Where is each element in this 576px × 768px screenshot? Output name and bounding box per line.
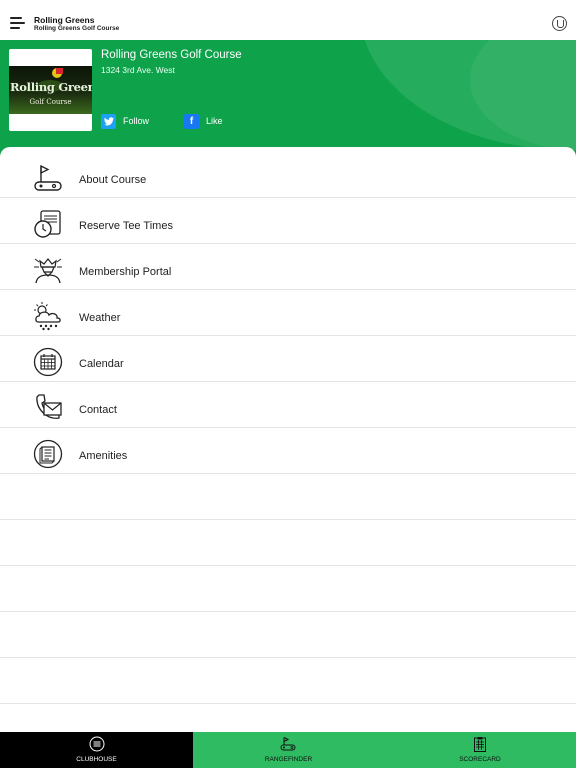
menu-item-label: Contact [79,404,117,416]
menu-item-label: Amenities [79,450,128,462]
hamburger-menu-icon[interactable] [10,17,26,31]
tee-time-clock-icon [34,210,61,238]
menu-item-amenities[interactable]: Amenities [0,428,576,474]
menu-item-label: Calendar [79,358,124,370]
thumbnail-name: Rolling Greens [10,80,92,94]
phone-mail-icon [36,394,62,419]
tab-clubhouse[interactable]: CLUBHOUSE [0,732,193,768]
empty-row [0,566,576,612]
empty-row [0,658,576,704]
follow-label: Follow [123,116,150,126]
app-title: Rolling Greens [34,15,95,25]
menu-item-label: Membership Portal [79,266,172,278]
menu-item-about-course[interactable]: About Course [0,152,576,198]
menu-item-calendar[interactable]: Calendar [0,336,576,382]
menu-item-membership-portal[interactable]: Membership Portal [0,244,576,290]
twitter-follow-button[interactable]: Follow [101,113,149,129]
weather-cloud-icon [34,302,61,331]
amenities-list-icon [33,439,63,469]
empty-row [0,474,576,520]
top-app-bar: Rolling Greens Rolling Greens Golf Cours… [0,0,576,40]
facebook-like-button[interactable]: f Like [184,113,223,129]
calendar-icon [33,347,63,377]
course-header: Rolling Greens Golf Course Rolling Green… [0,40,576,156]
like-label: Like [206,116,223,126]
empty-row [0,612,576,658]
menu-item-label: Weather [79,312,121,324]
rangefinder-cart-icon [280,737,296,751]
menu-card: About Course Reserve Tee Times Membershi… [0,147,576,732]
member-crest-icon [34,258,62,284]
thumbnail-subtitle: Golf Course [29,98,72,106]
twitter-icon [101,113,116,129]
course-address: 1324 3rd Ave. West [101,65,175,75]
bottom-tab-bar: CLUBHOUSE RANGEFINDER SCORECARD [0,732,576,768]
menu-item-contact[interactable]: Contact [0,382,576,428]
tab-rangefinder[interactable]: RANGEFINDER [193,732,384,768]
course-thumbnail: Rolling Greens Golf Course [9,49,92,131]
tab-scorecard[interactable]: SCORECARD [384,732,576,768]
tab-label: SCORECARD [459,756,501,763]
golf-flag-icon [34,164,62,191]
scorecard-clipboard-icon [474,737,486,752]
menu-item-label: Reserve Tee Times [79,220,173,232]
app-subtitle: Rolling Greens Golf Course [34,25,120,32]
facebook-icon: f [184,113,199,129]
club-crest-icon[interactable] [552,16,567,31]
empty-row [0,520,576,566]
clubhouse-menu-icon [89,736,105,752]
menu-item-reserve-tee-times[interactable]: Reserve Tee Times [0,198,576,244]
menu-item-weather[interactable]: Weather [0,290,576,336]
menu-item-label: About Course [79,174,147,186]
course-name: Rolling Greens Golf Course [101,49,242,61]
tab-label: RANGEFINDER [264,756,313,763]
tab-label: CLUBHOUSE [76,756,117,763]
